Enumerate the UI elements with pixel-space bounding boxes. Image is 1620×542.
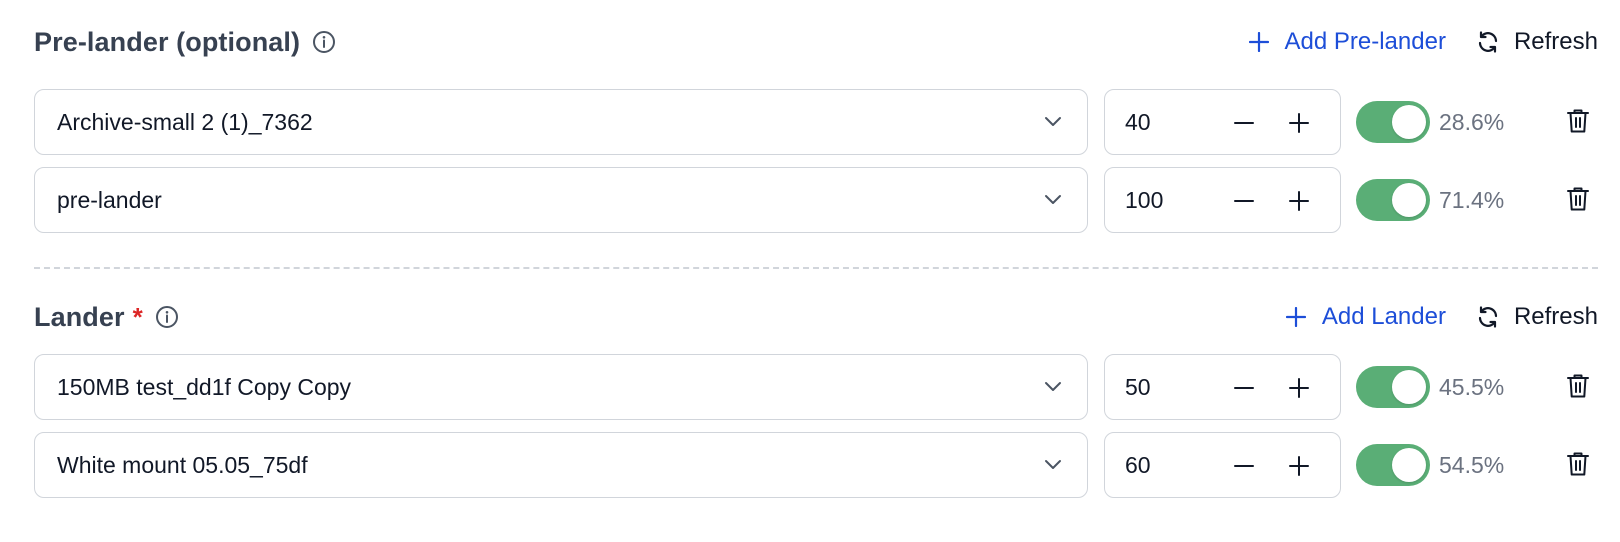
plus-icon[interactable]: [1287, 189, 1311, 213]
lander-select[interactable]: 150MB test_dd1f Copy Copy: [34, 354, 1088, 420]
chevron-down-icon: [1045, 382, 1061, 391]
select-value: Archive-small 2 (1)_7362: [57, 108, 313, 135]
weight-stepper: 40: [1104, 89, 1341, 155]
enable-toggle[interactable]: [1356, 179, 1430, 221]
info-icon[interactable]: [155, 305, 179, 329]
refresh-label: Refresh: [1513, 303, 1598, 330]
enable-toggle[interactable]: [1356, 101, 1430, 143]
add-prelander-label: Add Pre-lander: [1284, 28, 1446, 55]
minus-icon[interactable]: [1233, 190, 1255, 212]
prelander-select[interactable]: pre-lander: [34, 167, 1088, 233]
weight-stepper: 50: [1104, 354, 1341, 420]
weight-input[interactable]: 40: [1125, 109, 1151, 136]
lander-row: White mount 05.05_75df 60 54.5%: [34, 432, 1598, 498]
refresh-icon: [1478, 306, 1498, 328]
weight-input[interactable]: 50: [1125, 374, 1151, 401]
lander-title: Lander: [34, 301, 125, 332]
select-value: White mount 05.05_75df: [57, 451, 308, 478]
prelander-row: Archive-small 2 (1)_7362 40 28.6%: [34, 89, 1598, 155]
refresh-icon: [1478, 31, 1498, 53]
enable-toggle[interactable]: [1356, 366, 1430, 408]
plus-icon[interactable]: [1287, 111, 1311, 135]
add-lander-label: Add Lander: [1321, 303, 1446, 330]
minus-icon[interactable]: [1233, 455, 1255, 477]
select-value: 150MB test_dd1f Copy Copy: [57, 373, 352, 400]
toggle-knob: [1392, 448, 1426, 482]
lander-title-group: Lander *: [34, 302, 179, 333]
plus-icon: [1285, 307, 1306, 327]
minus-icon[interactable]: [1233, 112, 1255, 134]
select-value: pre-lander: [57, 186, 162, 213]
share-percent: 45.5%: [1439, 373, 1505, 400]
required-mark: *: [132, 301, 143, 332]
toggle-knob: [1392, 105, 1426, 139]
plus-icon[interactable]: [1287, 376, 1311, 400]
lander-actions: Add Lander Refresh: [1285, 303, 1598, 331]
add-lander-button[interactable]: Add Lander: [1285, 303, 1446, 331]
prelander-title-group: Pre-lander (optional): [34, 27, 336, 58]
toggle-knob: [1392, 183, 1426, 217]
add-prelander-button[interactable]: Add Pre-lander: [1248, 28, 1446, 56]
share-percent: 71.4%: [1439, 186, 1505, 213]
chevron-down-icon: [1045, 195, 1061, 204]
lander-select[interactable]: White mount 05.05_75df: [34, 432, 1088, 498]
plus-icon[interactable]: [1287, 454, 1311, 478]
refresh-label: Refresh: [1513, 28, 1598, 55]
chevron-down-icon: [1045, 117, 1061, 126]
prelander-title: Pre-lander (optional): [34, 26, 301, 57]
enable-toggle[interactable]: [1356, 444, 1430, 486]
lander-header: Lander * Add Lander Refresh: [34, 297, 1598, 337]
trash-icon[interactable]: [1566, 108, 1590, 134]
plus-icon: [1248, 32, 1269, 52]
prelander-select[interactable]: Archive-small 2 (1)_7362: [34, 89, 1088, 155]
trash-icon[interactable]: [1566, 186, 1590, 212]
weight-stepper: 100: [1104, 167, 1341, 233]
trash-icon[interactable]: [1566, 451, 1590, 477]
prelander-header: Pre-lander (optional) Add Pre-lander Ref…: [34, 22, 1598, 62]
lander-row: 150MB test_dd1f Copy Copy 50 45.5%: [34, 354, 1598, 420]
info-icon[interactable]: [312, 30, 336, 54]
prelander-row: pre-lander 100 71.4%: [34, 167, 1598, 233]
prelander-refresh-button[interactable]: Refresh: [1476, 28, 1598, 56]
trash-icon[interactable]: [1566, 373, 1590, 399]
weight-input[interactable]: 100: [1125, 187, 1163, 214]
share-percent: 28.6%: [1439, 108, 1505, 135]
chevron-down-icon: [1045, 460, 1061, 469]
weight-input[interactable]: 60: [1125, 452, 1151, 479]
lander-refresh-button[interactable]: Refresh: [1476, 303, 1598, 331]
weight-stepper: 60: [1104, 432, 1341, 498]
minus-icon[interactable]: [1233, 377, 1255, 399]
toggle-knob: [1392, 370, 1426, 404]
prelander-actions: Add Pre-lander Refresh: [1248, 28, 1598, 56]
share-percent: 54.5%: [1439, 451, 1505, 478]
section-divider: [34, 267, 1598, 269]
traffic-distribution-panel: Pre-lander (optional) Add Pre-lander Ref…: [0, 0, 1620, 542]
